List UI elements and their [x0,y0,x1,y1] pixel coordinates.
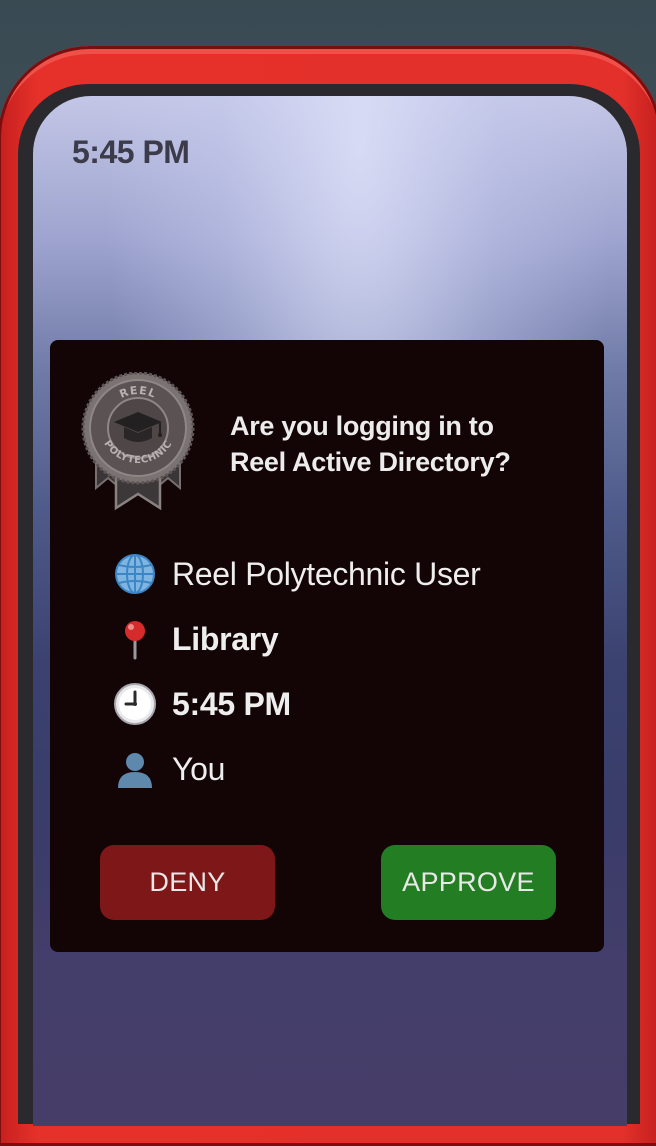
globe-icon [112,551,158,597]
question-line-2: Reel Active Directory? [230,447,511,477]
detail-location: Library [172,620,279,657]
approve-button[interactable]: APPROVE [381,845,556,920]
status-bar-time: 5:45 PM [72,134,190,170]
detail-user-type: Reel Polytechnic User [172,555,481,592]
question-line-1: Are you logging in to [230,411,494,441]
detail-row-time: 5:45 PM [112,680,291,728]
user-silhouette-icon [112,746,158,792]
detail-time: 5:45 PM [172,685,291,722]
deny-button[interactable]: DENY [100,845,275,920]
login-question: Are you logging in to Reel Active Direct… [230,408,570,480]
detail-row-user: You [112,745,225,793]
pushpin-icon [112,616,158,662]
reel-polytechnic-logo: REEL POLYTECHNIC [81,372,195,511]
detail-user: You [172,750,226,787]
detail-row-location: Library [112,615,279,663]
detail-row-user-type: Reel Polytechnic User [112,550,481,598]
clock-icon [112,681,158,727]
